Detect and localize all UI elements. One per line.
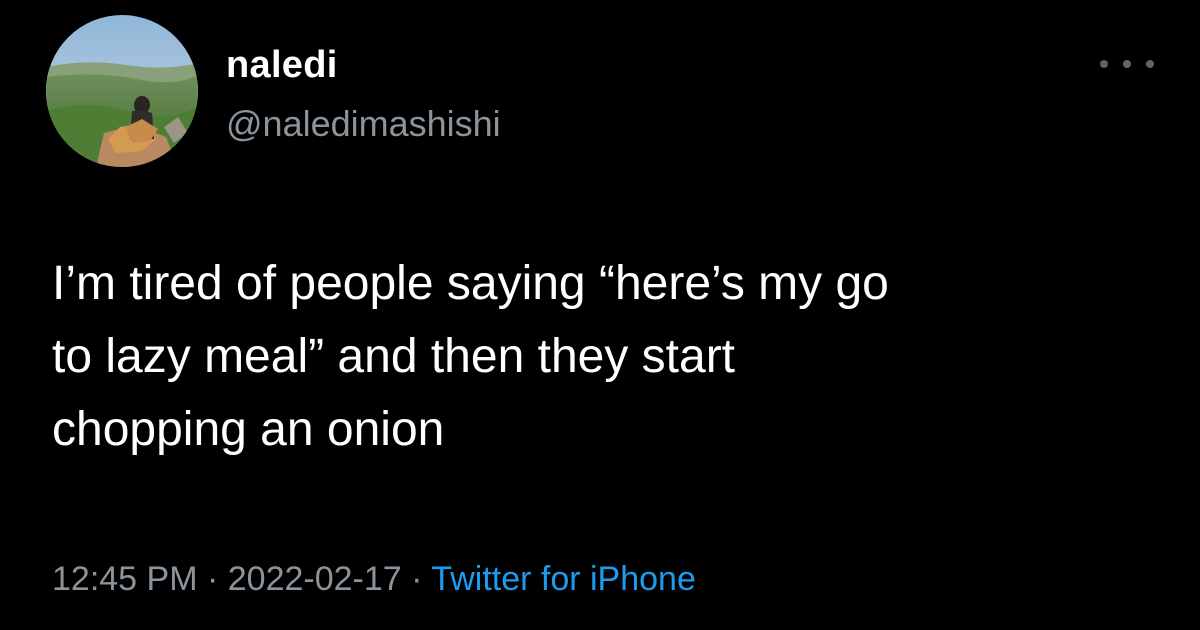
display-name[interactable]: naledi: [226, 46, 338, 84]
more-options-button[interactable]: [1100, 52, 1154, 76]
avatar-photo: [46, 15, 198, 167]
separator-dot-2: ·: [411, 560, 423, 598]
tweet-time[interactable]: 12:45 PM: [52, 560, 198, 598]
tweet-text: I’m tired of people saying “here’s my go…: [52, 257, 889, 456]
more-horizontal-icon-dot-3: [1146, 60, 1154, 68]
avatar[interactable]: [46, 15, 198, 167]
tweet-source-link[interactable]: Twitter for iPhone: [431, 560, 696, 598]
tweet-metadata: 12:45 PM · 2022-02-17 · Twitter for iPho…: [52, 557, 696, 601]
tweet-date[interactable]: 2022-02-17: [228, 560, 402, 598]
separator-dot: ·: [206, 560, 219, 598]
user-handle[interactable]: @naledimashishi: [226, 106, 501, 142]
more-horizontal-icon-dot-2: [1123, 60, 1131, 68]
tweet-card: naledi @naledimashishi I’m tired of peop…: [0, 0, 1200, 630]
more-horizontal-icon: [1100, 60, 1108, 68]
